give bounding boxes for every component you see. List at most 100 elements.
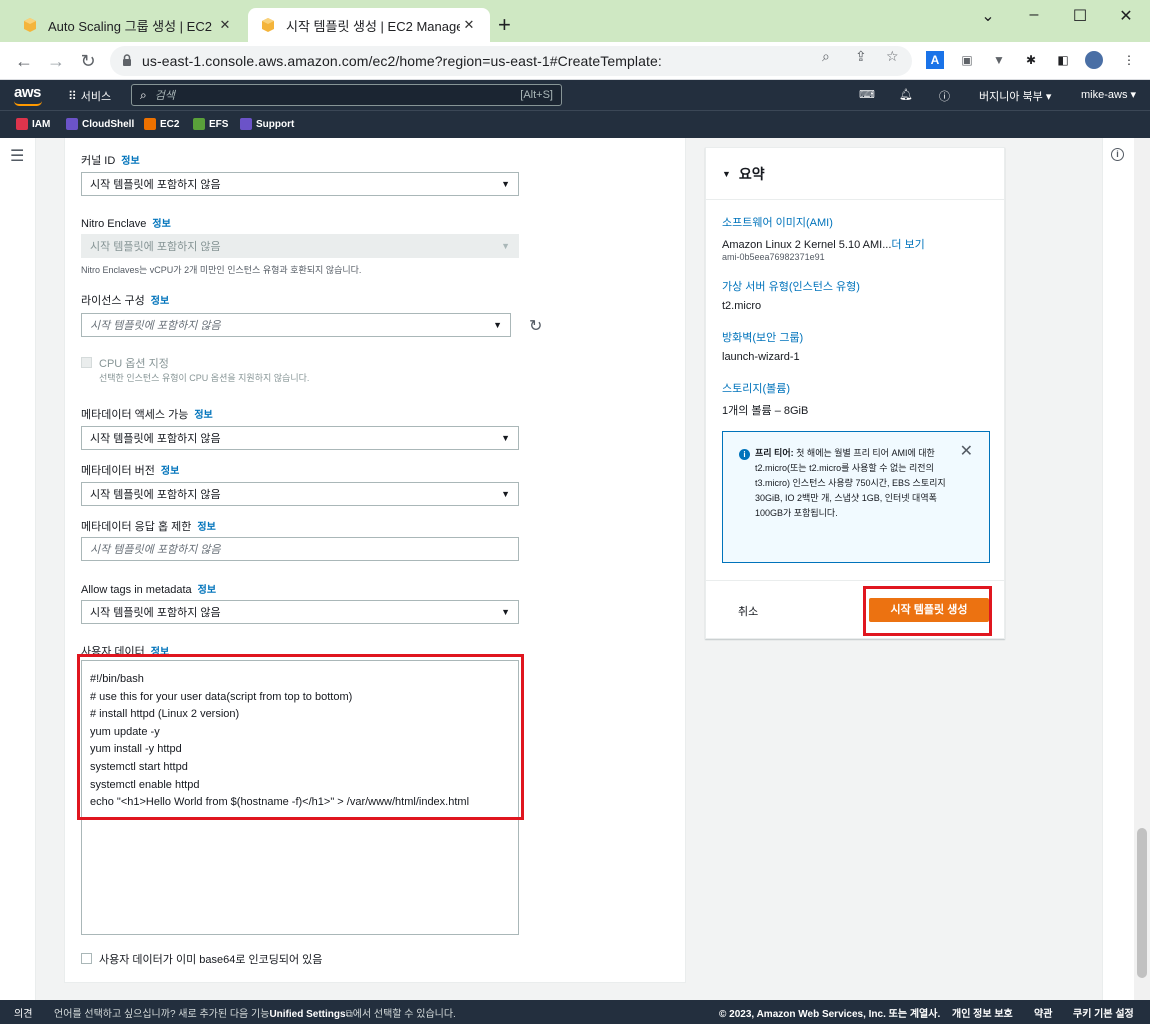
fav-cloudshell[interactable]: CloudShell	[66, 118, 134, 130]
favorites-bar: IAM CloudShell EC2 EFS Support	[0, 110, 1150, 138]
address-bar: ← → ↻ us-east-1.console.aws.amazon.com/e…	[0, 42, 1150, 80]
extension-icon[interactable]: ▣	[958, 51, 976, 69]
url-input[interactable]: us-east-1.console.aws.amazon.com/ec2/hom…	[110, 46, 912, 76]
instance-type-link[interactable]: 가상 서버 유형(인스턴스 유형)	[722, 278, 860, 294]
terms-link[interactable]: 약관	[1034, 1005, 1052, 1020]
instance-type-value: t2.micro	[722, 300, 762, 312]
maximize-icon[interactable]: ☐	[1065, 6, 1095, 26]
select-value: 시작 템플릿에 포함하지 않음	[90, 607, 221, 619]
page-scrollbar[interactable]	[1134, 138, 1150, 1000]
storage-link[interactable]: 스토리지(볼륨)	[722, 380, 790, 396]
external-link-icon: ⧉	[345, 1009, 353, 1020]
region-selector[interactable]: 버지니아 북부 ▾	[979, 88, 1051, 104]
allow-tags-info-link[interactable]: 정보	[198, 585, 216, 596]
bell-icon[interactable]: 🔔︎	[899, 88, 913, 101]
fav-ec2[interactable]: EC2	[144, 118, 179, 130]
vue-extension-icon[interactable]: ▼	[990, 51, 1008, 69]
ami-more-link[interactable]: 더 보기	[891, 239, 924, 251]
back-icon[interactable]: ←	[12, 49, 36, 73]
allow-tags-select[interactable]: 시작 템플릿에 포함하지 않음 ▼	[81, 600, 519, 624]
highlight-box-user-data	[77, 654, 524, 820]
browser-tab-launch-template[interactable]: 시작 템플릿 생성 | EC2 Manage ✕	[248, 8, 490, 42]
share-icon[interactable]: ⇪	[855, 48, 867, 65]
summary-panel: ▼ 요약 소프트웨어 이미지(AMI) Amazon Linux 2 Kerne…	[705, 147, 1005, 639]
close-icon[interactable]: ✕	[960, 444, 973, 460]
select-value: 시작 템플릿에 포함하지 않음	[90, 179, 221, 191]
puzzle-extensions-icon[interactable]: ✱	[1022, 51, 1040, 69]
services-menu-button[interactable]: ⠿ 서비스	[68, 88, 111, 104]
metadata-hop-input[interactable]: 시작 템플릿에 포함하지 않음	[81, 537, 519, 561]
fav-label: IAM	[32, 118, 51, 130]
minimize-icon[interactable]: –	[1019, 6, 1049, 24]
user-menu[interactable]: mike-aws ▾	[1081, 88, 1136, 101]
free-tier-alert: i ✕ 프리 티어: 첫 해에는 월별 프리 티어 AMI에 대한 t2.mic…	[722, 431, 990, 563]
firewall-value: launch-wizard-1	[722, 351, 800, 363]
bookmark-star-icon[interactable]: ☆	[886, 48, 899, 65]
new-tab-button[interactable]: +	[498, 12, 511, 38]
ami-link[interactable]: 소프트웨어 이미지(AMI)	[722, 214, 833, 230]
close-icon[interactable]: ✕	[216, 17, 234, 33]
cpu-options-hint: 선택한 인스턴스 유형이 CPU 옵션을 지원하지 않습니다.	[99, 373, 310, 383]
aws-logo[interactable]: aws	[14, 84, 42, 106]
fav-support[interactable]: Support	[240, 118, 294, 130]
left-rail: ☰	[0, 138, 36, 1000]
feedback-link[interactable]: 의견	[14, 1005, 32, 1020]
summary-header[interactable]: ▼ 요약	[706, 148, 1004, 200]
cloudshell-icon[interactable]: ⌨	[859, 88, 875, 101]
info-panel-icon[interactable]: i	[1111, 148, 1124, 161]
kernel-id-info-link[interactable]: 정보	[121, 156, 139, 167]
fav-iam[interactable]: IAM	[16, 118, 50, 130]
ami-value: Amazon Linux 2 Kernel 5.10 AMI...더 보기	[722, 239, 925, 251]
tab-search-icon[interactable]: ⌄	[973, 6, 1003, 26]
license-select[interactable]: 시작 템플릿에 포함하지 않음 ▼	[81, 313, 511, 337]
close-icon[interactable]: ✕	[460, 17, 478, 33]
highlight-box-create-button	[863, 586, 992, 636]
iam-icon	[16, 118, 28, 130]
window-close-icon[interactable]: ✕	[1111, 6, 1141, 26]
license-info-link[interactable]: 정보	[151, 296, 169, 307]
kernel-id-select[interactable]: 시작 템플릿에 포함하지 않음 ▼	[81, 172, 519, 196]
caret-down-icon: ▼	[501, 433, 510, 443]
metadata-version-label: 메타데이터 버전 정보	[81, 465, 180, 477]
copyright: © 2023, Amazon Web Services, Inc. 또는 계열사…	[719, 1009, 941, 1020]
metadata-hop-info-link[interactable]: 정보	[197, 522, 215, 533]
fav-label: EFS	[209, 118, 229, 130]
nitro-enclave-info-link[interactable]: 정보	[152, 219, 170, 230]
zoom-icon[interactable]: ⌕	[822, 48, 830, 65]
refresh-icon[interactable]: ↻	[529, 316, 542, 336]
metadata-access-info-link[interactable]: 정보	[194, 410, 212, 421]
cancel-button[interactable]: 취소	[738, 603, 758, 619]
unified-settings-link[interactable]: Unified Settings	[269, 1009, 345, 1020]
select-value: 시작 템플릿에 포함하지 않음	[90, 241, 221, 253]
ec2-icon	[144, 118, 156, 130]
browser-tab-autoscaling[interactable]: Auto Scaling 그룹 생성 | EC2 Ma ✕	[10, 8, 246, 42]
search-input[interactable]: ⌕ 검색 [Alt+S]	[131, 84, 562, 106]
side-panel-icon[interactable]: ◧	[1054, 51, 1072, 69]
hamburger-menu-icon[interactable]: ☰	[10, 146, 24, 166]
forward-icon[interactable]: →	[44, 49, 68, 73]
metadata-version-info-link[interactable]: 정보	[161, 466, 179, 477]
scrollbar-thumb[interactable]	[1137, 828, 1147, 978]
kernel-id-label: 커널 ID 정보	[81, 155, 140, 167]
avatar[interactable]	[1085, 51, 1103, 69]
caret-down-icon: ▼	[493, 320, 502, 330]
cpu-options-checkbox	[81, 357, 92, 368]
aws-box-icon	[22, 17, 38, 33]
free-tier-title: 프리 티어:	[755, 448, 794, 458]
storage-value: 1개의 볼륨 – 8GiB	[722, 405, 809, 417]
more-menu-icon[interactable]: ⋮	[1120, 51, 1138, 69]
license-label: 라이선스 구성 정보	[81, 295, 170, 307]
metadata-version-select[interactable]: 시작 템플릿에 포함하지 않음 ▼	[81, 482, 519, 506]
metadata-access-select[interactable]: 시작 템플릿에 포함하지 않음 ▼	[81, 426, 519, 450]
fav-label: Support	[256, 118, 295, 130]
privacy-link[interactable]: 개인 정보 보호	[952, 1005, 1013, 1020]
cookie-preferences-link[interactable]: 쿠키 기본 설정	[1073, 1005, 1134, 1020]
translate-extension-icon[interactable]: A	[926, 51, 944, 69]
fav-efs[interactable]: EFS	[193, 118, 228, 130]
cpu-options-label: CPU 옵션 지정	[99, 358, 169, 370]
reload-icon[interactable]: ↻	[76, 49, 100, 73]
base64-checkbox[interactable]	[81, 953, 92, 964]
firewall-link[interactable]: 방화벽(보안 그룹)	[722, 329, 803, 345]
caret-down-icon: ▼	[501, 489, 510, 499]
help-icon[interactable]: ⓘ	[939, 88, 950, 104]
